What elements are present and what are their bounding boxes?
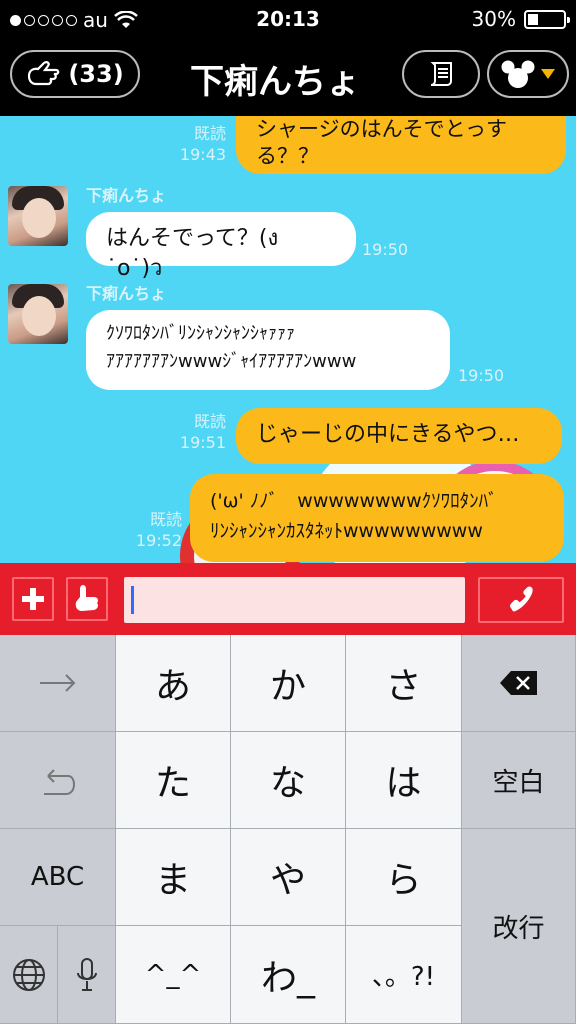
- key-ma[interactable]: ま: [116, 829, 231, 926]
- plus-icon: [22, 588, 44, 610]
- message-text: シャージのはんそでとっする？？: [256, 117, 507, 169]
- sender-name: 下痢んちょ: [86, 284, 167, 303]
- phone-icon: [510, 586, 533, 612]
- text-cursor: [131, 586, 134, 614]
- sticker-button[interactable]: [66, 577, 108, 621]
- key-sa[interactable]: さ: [346, 635, 462, 732]
- message-text: ﾘﾝｼｬﾝｼｬﾝｶｽﾀﾈｯﾄwwwwwwwww: [210, 520, 483, 543]
- message-time: 19:43: [179, 144, 226, 164]
- key-a[interactable]: あ: [116, 635, 231, 732]
- sender-name: 下痢んちょ: [86, 186, 167, 205]
- message-time: 19:50: [458, 366, 505, 385]
- message-text: ｸｿﾜﾛﾀﾝﾊﾞﾘﾝｼｬﾝｼｬﾝｼｬｧｧｧ: [106, 323, 295, 344]
- key-ta[interactable]: た: [116, 732, 231, 829]
- key-return[interactable]: 改行: [462, 829, 576, 1024]
- message-text: はんそでって？(ง ˙o˙)ว: [106, 226, 279, 281]
- call-button[interactable]: [478, 577, 564, 623]
- key-emoticon[interactable]: ^_^: [116, 926, 231, 1024]
- message-bubble-incoming[interactable]: はんそでって？(ง ˙o˙)ว: [86, 212, 356, 281]
- mickey-hand-icon: [75, 585, 98, 611]
- message-text: ｱｱｱｱｱｱｱﾝwwwｼﾞｬｲｱｱｱｱｱﾝwww: [106, 350, 357, 372]
- key-wa[interactable]: わ_: [231, 926, 346, 1024]
- battery-icon: [524, 9, 570, 29]
- message-time: 19:51: [179, 432, 226, 452]
- scroll-note-icon: [430, 62, 452, 86]
- status-bar: au 20:13 30%: [0, 0, 576, 40]
- key-abc[interactable]: ABC: [0, 829, 116, 926]
- note-button[interactable]: [402, 50, 480, 98]
- read-receipt: 既読: [149, 510, 182, 529]
- message-meta: 既読 19:43: [168, 124, 226, 166]
- key-delete[interactable]: [462, 635, 576, 732]
- message-input[interactable]: [124, 577, 465, 623]
- undo-icon: [43, 769, 75, 795]
- message-time: 19:52: [135, 530, 182, 550]
- arrow-right-icon: [39, 674, 75, 692]
- message-time: 19:50: [362, 240, 409, 259]
- message-text: じゃーじの中にきるやつ…: [256, 422, 520, 447]
- back-button[interactable]: (33): [10, 50, 140, 98]
- message-bubble-incoming[interactable]: ｸｿﾜﾛﾀﾝﾊﾞﾘﾝｼｬﾝｼｬﾝｼｬｧｧｧ ｱｱｱｱｱｱｱﾝwwwｼﾞｬｲｱｱｱ…: [86, 310, 450, 390]
- friends-count: (33): [68, 60, 124, 88]
- key-na[interactable]: な: [231, 732, 346, 829]
- avatar[interactable]: [8, 186, 68, 246]
- battery-percent: 30%: [471, 7, 516, 31]
- key-space[interactable]: 空白: [462, 732, 576, 829]
- key-dictation[interactable]: [58, 926, 116, 1024]
- key-ka[interactable]: か: [231, 635, 346, 732]
- message-input-bar: [0, 563, 576, 635]
- message-bubble-outgoing[interactable]: ('ω' ﾉﾉﾞ wwwwwwwwｸｿﾜﾛﾀﾝﾊﾞ ﾘﾝｼｬﾝｼｬﾝｶｽﾀﾈｯﾄ…: [190, 474, 564, 562]
- globe-icon: [12, 958, 45, 991]
- read-receipt: 既読: [193, 124, 226, 143]
- mickey-head-icon: [501, 60, 535, 88]
- message-text: ('ω' ﾉﾉﾞ wwwwwwwwｸｿﾜﾛﾀﾝﾊﾞ: [210, 490, 498, 512]
- key-next-arrow[interactable]: [0, 635, 116, 732]
- key-ha[interactable]: は: [346, 732, 462, 829]
- mickey-glove-icon: [28, 61, 60, 86]
- key-ya[interactable]: や: [231, 829, 346, 926]
- message-bubble-outgoing[interactable]: じゃーじの中にきるやつ…: [236, 408, 562, 464]
- message-list[interactable]: 既読 19:43 シャージのはんそでとっする？？ 下痢んちょ はんそでって？(ง…: [0, 116, 576, 563]
- chat-header: (33) 下痢んちょ: [0, 40, 576, 116]
- message-meta: 既読 19:51: [168, 412, 226, 454]
- read-receipt: 既読: [193, 412, 226, 431]
- backspace-icon: [499, 671, 537, 695]
- key-punctuation[interactable]: 、。?!: [346, 926, 462, 1024]
- keyboard: あ か さ た な は 空白 ABC ま や ら 改行 ^_^ わ_ 、。?!: [0, 635, 576, 1024]
- chat-title: 下痢んちょ: [190, 62, 360, 102]
- key-undo[interactable]: [0, 732, 116, 829]
- microphone-icon: [76, 957, 97, 991]
- message-meta: 既読 19:52: [124, 510, 182, 552]
- menu-button[interactable]: [487, 50, 569, 98]
- avatar[interactable]: [8, 284, 68, 344]
- key-ra[interactable]: ら: [346, 829, 462, 926]
- message-bubble-outgoing[interactable]: シャージのはんそでとっする？？: [236, 116, 566, 174]
- add-attachment-button[interactable]: [12, 577, 54, 621]
- key-globe[interactable]: [0, 926, 58, 1024]
- chevron-down-icon: [541, 69, 555, 79]
